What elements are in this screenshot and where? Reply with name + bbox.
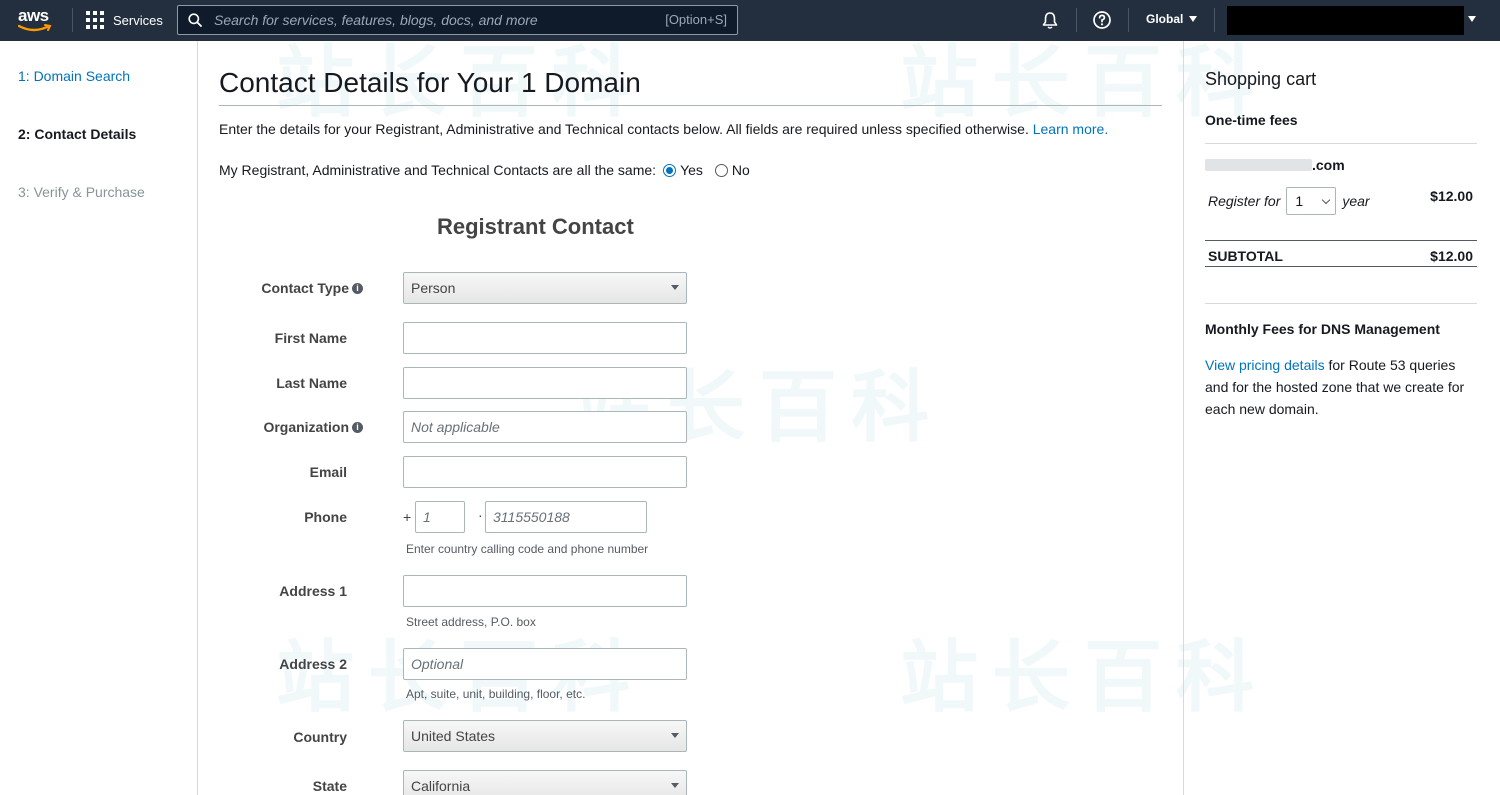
contact-type-label: Contact Type i [261,280,363,296]
organization-label-text: Organization [263,419,349,435]
top-navigation-bar: aws Services [Option+S] Global [0,0,1500,41]
region-selector[interactable]: Global [1146,12,1198,26]
search-input[interactable] [214,8,624,32]
same-contacts-no-radio[interactable] [714,163,728,177]
nav-divider [72,8,73,32]
state-label: State [312,778,347,794]
phone-number-input[interactable] [485,501,647,533]
nav-divider [1128,8,1129,32]
step-contact-details: 2: Contact Details [18,126,137,142]
subtotal-value: $12.00 [1430,248,1473,264]
same-contacts-question: My Registrant, Administrative and Techni… [219,162,750,178]
years-value: 1 [1295,193,1304,209]
step-verify-purchase: 3: Verify & Purchase [18,184,145,200]
country-value: United States [411,728,496,744]
redacted-domain [1205,159,1312,171]
intro-description: Enter the details for your Registrant, A… [219,121,1029,137]
year-unit: year [1342,193,1370,209]
help-icon[interactable] [1092,10,1112,30]
divider [1205,303,1477,304]
phone-hint: Enter country calling code and phone num… [406,542,649,556]
address2-hint: Apt, suite, unit, building, floor, etc. [406,687,586,701]
grid-icon [86,11,104,29]
contact-details-form: Contact Details for Your 1 Domain Enter … [219,41,1162,795]
account-caret-down-icon[interactable] [1468,16,1476,22]
intro-text: Enter the details for your Registrant, A… [219,121,1108,137]
phone-country-code-input[interactable] [415,501,465,533]
divider [1205,266,1477,267]
search-icon [188,13,202,27]
dropdown-arrow-icon [671,285,679,290]
view-pricing-details-link[interactable]: View pricing details [1205,357,1325,373]
register-duration-row: Register for 1 year [1208,187,1370,215]
page-title: Contact Details for Your 1 Domain [219,67,641,98]
address2-input[interactable] [403,648,687,680]
shopping-cart-panel: Shopping cart One-time fees .com Registe… [1183,41,1500,795]
nav-divider [1076,8,1077,32]
services-label: Services [113,12,163,28]
one-time-fees-heading: One-time fees [1205,112,1298,128]
state-select[interactable]: California [403,770,687,795]
cart-title: Shopping cart [1205,69,1317,89]
phone-plus-sign: + [403,509,412,525]
organization-label: Organization i [263,419,363,435]
organization-input[interactable] [403,411,687,443]
aws-smile-icon [18,24,52,32]
dns-pricing-note: View pricing details for Route 53 querie… [1205,354,1481,420]
address1-hint: Street address, P.O. box [406,615,536,629]
services-menu-button[interactable]: Services [86,9,163,31]
domain-suffix: .com [1312,157,1345,173]
register-for-label: Register for [1208,193,1281,209]
dropdown-arrow-icon [671,733,679,738]
title-divider [219,105,1162,106]
email-label: Email [309,464,347,480]
nav-divider [1214,8,1215,32]
dropdown-arrow-icon [671,783,679,788]
wizard-steps: 1: Domain Search 2: Contact Details 3: V… [0,41,198,795]
cart-domain-name: .com [1205,157,1345,173]
info-icon[interactable]: i [352,282,363,294]
first-name-label: First Name [274,330,347,346]
notifications-bell-icon[interactable] [1040,10,1060,30]
contact-type-label-text: Contact Type [261,280,349,296]
search-shortcut-hint: [Option+S] [665,12,727,27]
same-contacts-yes-radio[interactable] [663,163,677,177]
same-contacts-label: My Registrant, Administrative and Techni… [219,162,657,178]
country-label: Country [293,729,347,745]
contact-type-value: Person [411,280,456,296]
yes-label[interactable]: Yes [680,162,703,178]
subtotal-label: SUBTOTAL [1208,248,1283,264]
last-name-label: Last Name [276,375,347,391]
learn-more-link[interactable]: Learn more. [1033,121,1108,137]
state-value: California [411,778,471,794]
divider [1205,143,1477,144]
years-select[interactable]: 1 [1286,187,1337,215]
item-price: $12.00 [1430,188,1473,204]
last-name-input[interactable] [403,367,687,399]
phone-separator: · [478,507,483,523]
address1-label: Address 1 [279,583,347,599]
address2-label: Address 2 [279,656,347,672]
account-menu-redacted[interactable] [1227,6,1464,35]
address1-input[interactable] [403,575,687,607]
region-label: Global [1146,12,1184,26]
search-box[interactable]: [Option+S] [177,5,738,35]
caret-down-icon [1189,16,1198,22]
contact-type-select[interactable]: Person [403,272,687,304]
section-title: Registrant Contact [437,214,634,239]
divider [1205,240,1477,241]
no-label[interactable]: No [732,162,750,178]
phone-label: Phone [304,509,347,525]
step-domain-search[interactable]: 1: Domain Search [18,68,130,84]
aws-logo[interactable]: aws [18,6,54,34]
email-input[interactable] [403,456,687,488]
country-select[interactable]: United States [403,720,687,752]
first-name-input[interactable] [403,322,687,354]
info-icon[interactable]: i [352,421,363,433]
monthly-fees-heading: Monthly Fees for DNS Management [1205,321,1440,337]
